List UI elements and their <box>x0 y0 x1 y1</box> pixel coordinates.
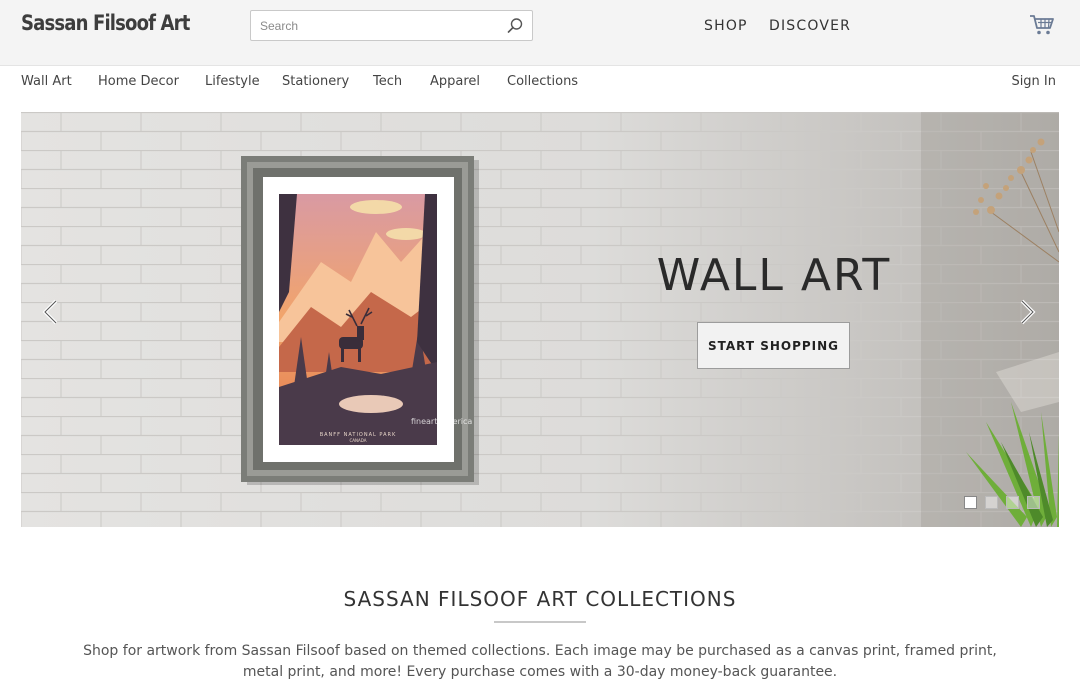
slider-dot-3[interactable] <box>1006 496 1019 509</box>
slider-dot-4[interactable] <box>1027 496 1040 509</box>
hero-background-image: BANFF NATIONAL PARK CANADA fineart ameri… <box>21 112 1059 527</box>
hero-title: WALL ART <box>656 250 892 301</box>
hero-slider: BANFF NATIONAL PARK CANADA fineart ameri… <box>21 112 1059 527</box>
search-icon[interactable] <box>506 17 524 35</box>
category-nav: Wall Art Home Decor Lifestyle Stationery… <box>0 66 1080 98</box>
category-wall-art[interactable]: Wall Art <box>21 74 72 89</box>
slider-dot-2[interactable] <box>985 496 998 509</box>
chevron-left-icon[interactable] <box>37 297 67 327</box>
watermark-text: fineart america <box>411 417 472 426</box>
collections-description: Shop for artwork from Sassan Filsoof bas… <box>83 643 997 680</box>
search-box[interactable] <box>250 10 533 41</box>
chevron-right-icon[interactable] <box>1011 297 1041 327</box>
category-stationery[interactable]: Stationery <box>282 74 349 89</box>
cart-icon[interactable] <box>1029 13 1055 37</box>
category-lifestyle[interactable]: Lifestyle <box>205 74 260 89</box>
nav-shop[interactable]: SHOP <box>704 18 748 34</box>
poster-subcaption: CANADA <box>349 438 366 443</box>
section-divider <box>494 621 586 623</box>
category-home-decor[interactable]: Home Decor <box>98 74 179 89</box>
category-apparel[interactable]: Apparel <box>430 74 480 89</box>
nav-discover[interactable]: DISCOVER <box>769 18 851 34</box>
site-header: Sassan Filsoof Art SHOP DISCOVER <box>0 0 1080 66</box>
start-shopping-button[interactable]: START SHOPPING <box>697 322 850 369</box>
slider-dot-1[interactable] <box>964 496 977 509</box>
collections-title: SASSAN FILSOOF ART COLLECTIONS <box>343 587 737 611</box>
category-tech[interactable]: Tech <box>373 74 402 89</box>
search-input[interactable] <box>251 11 501 40</box>
site-logo[interactable]: Sassan Filsoof Art <box>21 11 190 35</box>
sign-in-link[interactable]: Sign In <box>1011 74 1056 89</box>
category-collections[interactable]: Collections <box>507 74 578 89</box>
